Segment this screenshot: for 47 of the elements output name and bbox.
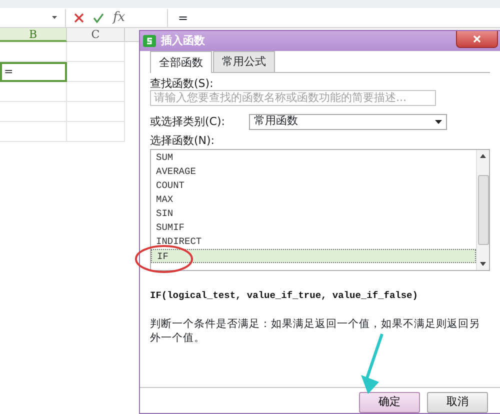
- close-icon: [473, 35, 481, 43]
- cancel-icon[interactable]: [74, 12, 84, 22]
- function-item[interactable]: INDIRECT: [151, 234, 476, 248]
- dropdown-caret-icon[interactable]: [52, 16, 57, 19]
- function-list-label: 选择函数(N):: [150, 134, 216, 146]
- dialog-title: 插入函数: [161, 32, 205, 49]
- dialog-button[interactable]: 取消: [427, 392, 488, 413]
- function-item[interactable]: MAX: [151, 192, 476, 206]
- function-item[interactable]: SUMIF: [151, 220, 476, 234]
- function-item[interactable]: SIN: [151, 206, 476, 220]
- app-logo-icon: [143, 35, 156, 47]
- check-icon[interactable]: [93, 12, 104, 22]
- sheet-cell[interactable]: [0, 82, 67, 102]
- function-item[interactable]: SUM: [151, 150, 476, 164]
- scroll-down-icon[interactable]: [480, 262, 486, 266]
- close-button[interactable]: [456, 31, 498, 48]
- sheet-cell[interactable]: [67, 102, 125, 122]
- scrollbar-thumb[interactable]: [478, 174, 488, 244]
- dialog-button[interactable]: 确定: [359, 392, 420, 413]
- dialog-tab[interactable]: 全部函数: [150, 50, 212, 73]
- column-header[interactable]: C: [67, 28, 125, 42]
- active-cell[interactable]: =: [0, 62, 67, 82]
- sheet-cell[interactable]: [67, 122, 125, 142]
- category-label: 或选择类别(C):: [150, 115, 225, 128]
- dropdown-arrow-icon[interactable]: [434, 120, 442, 124]
- sheet-cell[interactable]: [0, 102, 67, 122]
- sheet-cell[interactable]: [67, 82, 125, 102]
- annotation-ellipse: [134, 244, 194, 274]
- function-item[interactable]: IF: [151, 248, 476, 262]
- scroll-up-icon[interactable]: [480, 154, 486, 158]
- search-field[interactable]: 请输入您要查找的函数名称或函数功能的简要描述...: [150, 90, 436, 106]
- sheet-cell[interactable]: [0, 42, 67, 62]
- annotation-arrow: [358, 333, 384, 395]
- column-header[interactable]: B: [0, 28, 67, 42]
- scrollbar[interactable]: [476, 150, 489, 270]
- function-description: 判断一个条件是否满足：如果满足返回一个值，如果不满足则返回另外一个值。: [150, 316, 480, 345]
- function-item[interactable]: COUNT: [151, 178, 476, 192]
- sheet-cell[interactable]: [0, 122, 67, 142]
- insert-function-button[interactable]: fx: [113, 8, 126, 28]
- sheet-cell[interactable]: [67, 42, 125, 62]
- sheet-cell[interactable]: [67, 62, 125, 82]
- dialog-tab[interactable]: 常用公式: [213, 50, 275, 72]
- category-dropdown[interactable]: 常用函数: [248, 114, 447, 130]
- search-label: 查找函数(S):: [150, 77, 214, 90]
- function-item[interactable]: AVERAGE: [151, 164, 476, 178]
- formula-text[interactable]: =: [168, 8, 188, 26]
- function-signature: IF(logical_test, value_if_true, value_if_false): [150, 288, 419, 302]
